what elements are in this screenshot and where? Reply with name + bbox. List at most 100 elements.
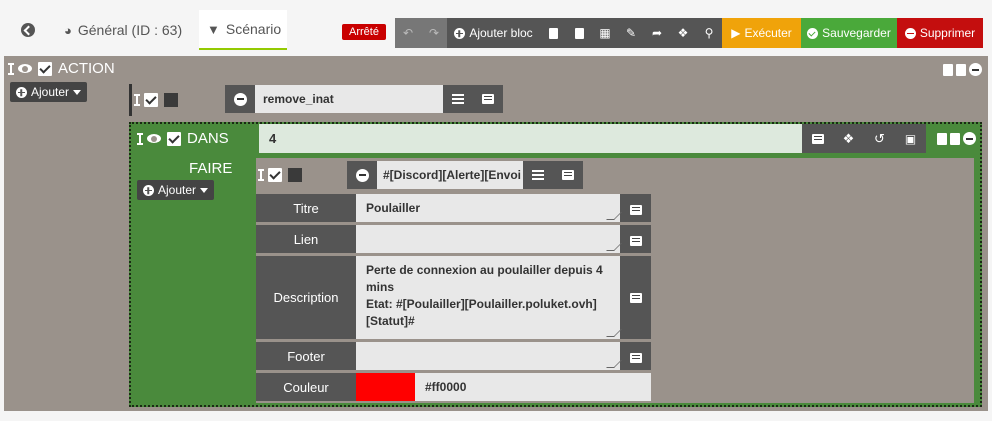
parallel-checkbox[interactable] xyxy=(288,168,302,182)
eye-icon[interactable] xyxy=(147,134,161,143)
select-scenario-button[interactable]: ❖ xyxy=(833,124,864,153)
plus-circle-icon xyxy=(16,86,27,98)
scenario-workspace: ACTION Ajouter remove_inat DANS 4 ❖ ↺ ▣ … xyxy=(4,56,988,411)
undo-icon: ↶ xyxy=(402,26,414,40)
enable-checkbox[interactable] xyxy=(38,61,52,76)
enable-checkbox[interactable] xyxy=(144,93,158,107)
select-command-button[interactable] xyxy=(553,161,583,189)
action-block-tools xyxy=(943,63,982,76)
copy-block-icon[interactable] xyxy=(937,132,947,145)
select-history-button[interactable]: ↺ xyxy=(864,124,895,153)
plus-circle-icon xyxy=(454,27,466,39)
copy-button[interactable] xyxy=(566,18,592,48)
drag-handle-icon[interactable] xyxy=(8,62,14,75)
delete-label: Supprimer xyxy=(919,26,976,40)
edit-icon: ✎ xyxy=(625,26,637,40)
dans-condition-input[interactable]: 4 xyxy=(259,124,802,153)
check-circle-icon xyxy=(807,27,819,39)
arrow-left-icon xyxy=(21,23,35,37)
list-alt-icon xyxy=(629,236,642,246)
param-row-footer: Footer xyxy=(256,342,651,370)
copy-block-icon[interactable] xyxy=(943,63,953,76)
top-bar: ◕ Général (ID : 63) ▼ Scénario Arrêté ↶ … xyxy=(0,0,992,56)
color-swatch[interactable] xyxy=(356,373,415,401)
enable-checkbox[interactable] xyxy=(167,131,181,146)
export-button[interactable]: ➦ xyxy=(644,18,670,48)
select-equipment-button[interactable]: ▣ xyxy=(895,124,926,153)
param-row-lien: Lien xyxy=(256,225,651,253)
select-action-button[interactable] xyxy=(443,85,473,113)
history-icon: ↺ xyxy=(874,130,885,146)
copy-icon xyxy=(574,27,584,39)
save-button[interactable]: Sauvegarder xyxy=(801,18,897,48)
block-indent-bar xyxy=(129,84,132,116)
paste-block-icon[interactable] xyxy=(956,63,966,76)
select-command-button[interactable] xyxy=(802,124,833,153)
tab-general-label: Général (ID : 63) xyxy=(77,22,183,38)
tab-general[interactable]: ◕ Général (ID : 63) xyxy=(56,10,196,50)
select-command-button[interactable] xyxy=(473,85,503,113)
cubes-icon: ❖ xyxy=(677,26,689,40)
faire-label: FAIRE xyxy=(189,160,233,177)
color-value-input[interactable]: #ff0000 xyxy=(415,373,651,401)
templates-button[interactable]: ❖ xyxy=(670,18,696,48)
minus-circle-icon xyxy=(233,92,247,106)
parallel-checkbox[interactable] xyxy=(164,93,178,107)
tab-scenario[interactable]: ▼ Scénario xyxy=(199,10,287,50)
param-label: Description xyxy=(256,256,356,339)
faire-add-button[interactable]: Ajouter xyxy=(137,180,215,200)
param-label: Lien xyxy=(256,225,356,253)
execute-button[interactable]: ▶ Exécuter xyxy=(722,18,801,48)
list-alt-icon xyxy=(482,94,494,104)
drag-handle-icon[interactable] xyxy=(258,169,264,181)
paste-block-icon[interactable] xyxy=(950,132,960,145)
redo-button[interactable]: ↷ xyxy=(421,18,447,48)
add-block-label: Ajouter bloc xyxy=(469,26,533,40)
faire-command-field[interactable]: #[Discord][Alerte][Envoi xyxy=(377,161,523,189)
plus-circle-icon xyxy=(143,184,154,196)
bottom-bar xyxy=(0,411,992,421)
enable-checkbox[interactable] xyxy=(268,168,282,182)
remove-block-icon[interactable] xyxy=(963,132,976,145)
param-row-couleur: Couleur #ff0000 xyxy=(256,373,651,401)
param-select-button[interactable] xyxy=(620,342,651,370)
param-value-input[interactable] xyxy=(356,342,620,370)
dans-block-title: DANS xyxy=(187,130,229,147)
add-block-button[interactable]: Ajouter bloc xyxy=(447,18,540,48)
faire-add-label: Ajouter xyxy=(158,183,197,197)
drag-handle-icon[interactable] xyxy=(137,132,143,145)
param-value-textarea[interactable]: Perte de connexion au poulailler depuis … xyxy=(356,256,620,339)
param-value-input[interactable]: Poulailler xyxy=(356,194,620,222)
puzzle-icon: ❖ xyxy=(842,130,855,146)
action-command-field[interactable]: remove_inat xyxy=(255,85,443,113)
list-alt-icon xyxy=(629,353,642,363)
back-button[interactable] xyxy=(8,10,48,50)
param-select-button[interactable] xyxy=(620,256,651,339)
param-select-button[interactable] xyxy=(620,194,651,222)
toolbar: ↶ ↷ Ajouter bloc ▦ ✎ ➦ ❖ ⚲ ▶ Exécuter Sa… xyxy=(395,18,983,48)
faire-row-controls xyxy=(258,168,302,182)
action-add-button[interactable]: Ajouter xyxy=(10,82,88,102)
eye-icon[interactable] xyxy=(18,64,32,73)
select-action-button[interactable] xyxy=(523,161,553,189)
delete-button[interactable]: Supprimer xyxy=(897,18,983,48)
log-button[interactable] xyxy=(540,18,566,48)
drag-handle-icon[interactable] xyxy=(134,94,140,106)
param-value-input[interactable] xyxy=(356,225,620,253)
param-select-button[interactable] xyxy=(620,225,651,253)
filter-icon: ▼ xyxy=(207,21,220,37)
edit-button[interactable]: ✎ xyxy=(618,18,644,48)
list-alt-icon xyxy=(562,170,574,180)
expand-button[interactable]: ▦ xyxy=(592,18,618,48)
caret-down-icon xyxy=(200,187,209,193)
remove-block-icon[interactable] xyxy=(969,63,982,76)
undo-button[interactable]: ↶ xyxy=(395,18,421,48)
cube-icon: ▣ xyxy=(904,131,917,146)
redo-icon: ↷ xyxy=(428,26,440,40)
search-button[interactable]: ⚲ xyxy=(696,18,722,48)
remove-action-button[interactable] xyxy=(225,85,255,113)
action-command-row: remove_inat xyxy=(225,85,503,113)
dans-block: DANS 4 ❖ ↺ ▣ FAIRE Ajouter #[Discord][Al… xyxy=(129,122,982,407)
minus-circle-icon xyxy=(904,27,916,39)
remove-action-button[interactable] xyxy=(347,161,377,189)
